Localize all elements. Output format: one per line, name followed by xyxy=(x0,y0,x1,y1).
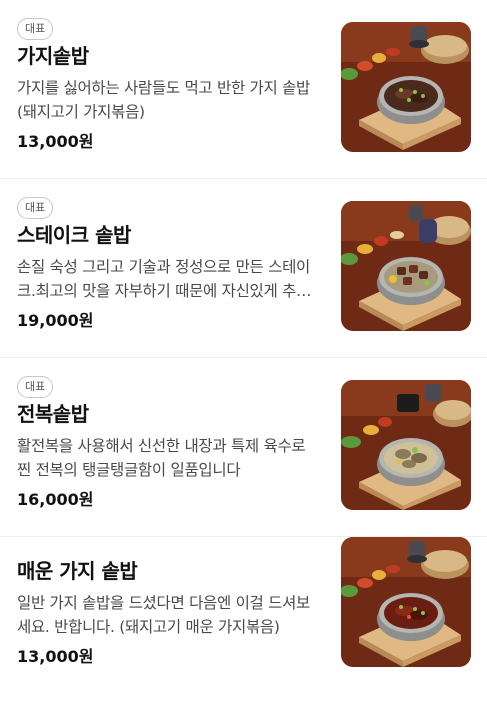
menu-item-description: 활전복을 사용해서 신선한 내장과 특제 육수로 찐 전복의 탱글탱글함이 일품… xyxy=(17,437,306,479)
menu-item-abalone-rice[interactable]: 대표 전복솥밥 활전복을 사용해서 신선한 내장과 특제 육수로 찐 전복의 탱… xyxy=(0,358,487,537)
menu-item-photo[interactable] xyxy=(341,201,471,331)
menu-item-name: 전복솥밥 xyxy=(17,402,89,426)
menu-item-price: 19,000원 xyxy=(17,311,94,330)
menu-item-description: 손질 숙성 그리고 기술과 정성으로 만든 스테이크.최고의 맛을 자부하기 때… xyxy=(17,258,311,300)
menu-item-photo[interactable] xyxy=(341,22,471,152)
menu-item-name: 가지솥밥 xyxy=(17,44,89,68)
signature-badge: 대표 xyxy=(17,376,54,398)
signature-badge: 대표 xyxy=(17,197,54,219)
menu-item-photo[interactable] xyxy=(341,537,471,667)
signature-badge: 대표 xyxy=(17,18,54,40)
menu-item-description: 가지를 싫어하는 사람들도 먹고 반한 가지 솥밥 (돼지고기 가지볶음) xyxy=(17,79,311,121)
menu-item-steak-rice[interactable]: 대표 스테이크 솥밥 손질 숙성 그리고 기술과 정성으로 만든 스테이크.최고… xyxy=(0,179,487,358)
menu-item-price: 16,000원 xyxy=(17,490,94,509)
spicy-eggplant-pot-rice-photo xyxy=(341,537,471,667)
menu-item-name: 스테이크 솥밥 xyxy=(17,223,131,247)
eggplant-pot-rice-photo xyxy=(341,22,471,152)
menu-item-spicy-eggplant-rice[interactable]: 매운 가지 솥밥 일반 가지 솥밥을 드셨다면 다음엔 이걸 드셔보세요. 반합… xyxy=(0,537,487,705)
menu-item-eggplant-rice[interactable]: 대표 가지솥밥 가지를 싫어하는 사람들도 먹고 반한 가지 솥밥 (돼지고기 … xyxy=(0,0,487,179)
menu-list: 대표 가지솥밥 가지를 싫어하는 사람들도 먹고 반한 가지 솥밥 (돼지고기 … xyxy=(0,0,487,705)
menu-item-photo[interactable] xyxy=(341,380,471,510)
steak-pot-rice-photo xyxy=(341,201,471,331)
menu-item-price: 13,000원 xyxy=(17,132,94,151)
abalone-pot-rice-photo xyxy=(341,380,471,510)
menu-item-description: 일반 가지 솥밥을 드셨다면 다음엔 이걸 드셔보세요. 반합니다. (돼지고기… xyxy=(17,594,311,636)
menu-item-name: 매운 가지 솥밥 xyxy=(17,559,138,583)
menu-item-price: 13,000원 xyxy=(17,647,94,666)
